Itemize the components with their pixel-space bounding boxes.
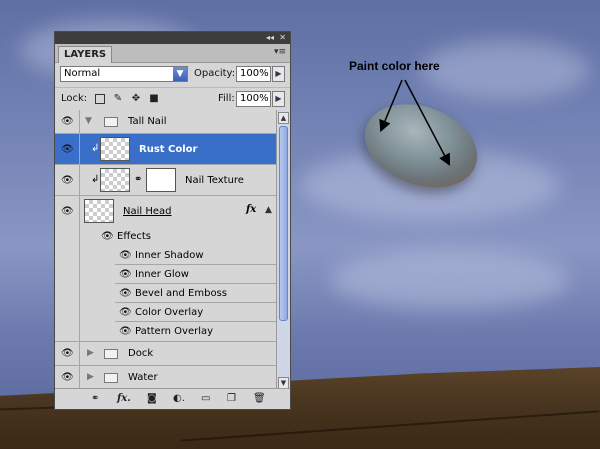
eye-icon[interactable]: 👁 bbox=[119, 269, 132, 280]
layer-name: Water bbox=[128, 372, 158, 383]
opacity-stepper-icon[interactable]: ▶ bbox=[272, 66, 285, 82]
folder-icon bbox=[104, 349, 118, 359]
new-group-icon[interactable]: ▭ bbox=[201, 393, 210, 405]
eye-icon[interactable]: 👁 bbox=[61, 175, 74, 186]
folder-icon bbox=[104, 117, 118, 127]
eye-icon[interactable]: 👁 bbox=[119, 326, 132, 337]
new-layer-icon[interactable]: ❐ bbox=[227, 393, 236, 405]
layer-group-tall-nail[interactable]: 👁 ▼ Tall Nail bbox=[55, 110, 276, 134]
expand-triangle-icon[interactable]: ▶ bbox=[87, 348, 94, 358]
layer-name: Nail Head bbox=[123, 206, 172, 217]
fill-input[interactable]: 100% bbox=[236, 91, 271, 107]
clip-arrow-icon: ↲ bbox=[91, 143, 100, 154]
blend-mode-value: Normal bbox=[64, 68, 101, 79]
effect-row[interactable]: 👁 Inner Glow bbox=[55, 265, 276, 284]
blend-mode-select[interactable]: Normal ▼ bbox=[60, 66, 188, 82]
layer-thumbnail bbox=[100, 137, 130, 161]
expand-triangle-icon[interactable]: ▼ bbox=[85, 116, 92, 126]
lock-all-icon[interactable]: ■ bbox=[149, 94, 159, 104]
lock-move-icon[interactable]: ✥ bbox=[131, 94, 141, 104]
layer-name: Rust Color bbox=[139, 144, 198, 155]
add-mask-icon[interactable]: ◙ bbox=[147, 393, 157, 405]
effect-name: Pattern Overlay bbox=[135, 326, 214, 337]
blend-row: Normal ▼ Opacity: 100% ▶ bbox=[55, 63, 290, 88]
layer-nail-texture[interactable]: 👁 ↲ ⚭ Nail Texture bbox=[55, 165, 276, 196]
eye-icon[interactable]: 👁 bbox=[61, 372, 74, 383]
layer-thumbnail bbox=[84, 199, 114, 223]
layer-mask-thumbnail[interactable] bbox=[146, 168, 176, 192]
effect-row[interactable]: 👁 Inner Shadow bbox=[55, 246, 276, 265]
layer-name: Tall Nail bbox=[128, 116, 167, 127]
chevron-down-icon[interactable]: ▼ bbox=[173, 67, 187, 81]
eye-icon[interactable]: 👁 bbox=[119, 250, 132, 261]
fill-label: Fill: bbox=[218, 93, 235, 104]
layer-name: Nail Texture bbox=[185, 175, 244, 186]
panel-menu-icon[interactable]: ▾≡ bbox=[274, 47, 286, 57]
effects-header[interactable]: 👁 Effects bbox=[55, 227, 276, 246]
layer-group-dock[interactable]: 👁 ▶ Dock bbox=[55, 342, 276, 366]
lock-label: Lock: bbox=[61, 93, 88, 104]
close-icon[interactable]: ✕ bbox=[279, 33, 286, 43]
effect-name: Inner Shadow bbox=[135, 250, 204, 261]
layers-panel: ◂◂ ✕ LAYERS ▾≡ Normal ▼ Opacity: 100% ▶ … bbox=[54, 31, 291, 410]
eye-icon[interactable]: 👁 bbox=[61, 116, 74, 127]
add-style-icon[interactable]: fx. bbox=[117, 393, 131, 405]
eye-icon[interactable]: 👁 bbox=[61, 144, 74, 155]
layer-rust-color[interactable]: 👁 ↲ Rust Color bbox=[55, 134, 276, 165]
layers-scrollbar[interactable]: ▲ ▼ bbox=[276, 110, 290, 391]
chain-link-icon[interactable]: ⚭ bbox=[134, 174, 142, 185]
lock-row: Lock: ✎ ✥ ■ Fill: 100% ▶ bbox=[55, 88, 290, 111]
link-layers-icon[interactable]: ⚭ bbox=[91, 393, 99, 405]
lock-brush-icon[interactable]: ✎ bbox=[113, 94, 123, 104]
collapse-icon[interactable]: ◂◂ bbox=[266, 33, 274, 43]
expand-triangle-icon[interactable]: ▶ bbox=[87, 372, 94, 382]
layer-nail-head[interactable]: 👁 Nail Head fx ▲ bbox=[55, 196, 276, 227]
scroll-thumb[interactable] bbox=[279, 126, 288, 321]
panel-tabrow: LAYERS ▾≡ bbox=[55, 44, 290, 63]
fill-stepper-icon[interactable]: ▶ bbox=[272, 91, 285, 107]
panel-footer: ⚭ fx. ◙ ◐. ▭ ❐ 🗑 bbox=[55, 388, 290, 409]
trash-icon[interactable]: 🗑 bbox=[253, 393, 266, 405]
scroll-up-icon[interactable]: ▲ bbox=[278, 112, 289, 124]
clip-arrow-icon: ↲ bbox=[91, 174, 100, 185]
collapse-effects-icon[interactable]: ▲ bbox=[265, 205, 272, 215]
panel-titlebar[interactable]: ◂◂ ✕ bbox=[55, 32, 290, 44]
folder-icon bbox=[104, 373, 118, 383]
effect-name: Color Overlay bbox=[135, 307, 204, 318]
opacity-input[interactable]: 100% bbox=[236, 66, 271, 82]
fx-icon[interactable]: fx bbox=[246, 204, 256, 215]
effect-name: Bevel and Emboss bbox=[135, 288, 227, 299]
eye-icon[interactable]: 👁 bbox=[101, 231, 114, 242]
tab-layers[interactable]: LAYERS bbox=[58, 46, 113, 63]
adjustment-layer-icon[interactable]: ◐. bbox=[173, 393, 185, 405]
effect-name: Inner Glow bbox=[135, 269, 189, 280]
eye-icon[interactable]: 👁 bbox=[61, 348, 74, 359]
eye-icon[interactable]: 👁 bbox=[119, 307, 132, 318]
layer-thumbnail bbox=[100, 168, 130, 192]
effect-row[interactable]: 👁 Color Overlay bbox=[55, 303, 276, 322]
effects-label: Effects bbox=[117, 231, 151, 242]
effect-row[interactable]: 👁 Pattern Overlay bbox=[55, 322, 276, 342]
effect-row[interactable]: 👁 Bevel and Emboss bbox=[55, 284, 276, 303]
eye-icon[interactable]: 👁 bbox=[61, 206, 74, 217]
eye-icon[interactable]: 👁 bbox=[119, 288, 132, 299]
lock-transparency-icon[interactable] bbox=[95, 94, 105, 104]
layer-name: Dock bbox=[128, 348, 154, 359]
opacity-label: Opacity: bbox=[194, 68, 236, 79]
layers-list: 👁 ▼ Tall Nail 👁 ↲ Rust Color 👁 ↲ ⚭ Nail … bbox=[55, 110, 276, 391]
